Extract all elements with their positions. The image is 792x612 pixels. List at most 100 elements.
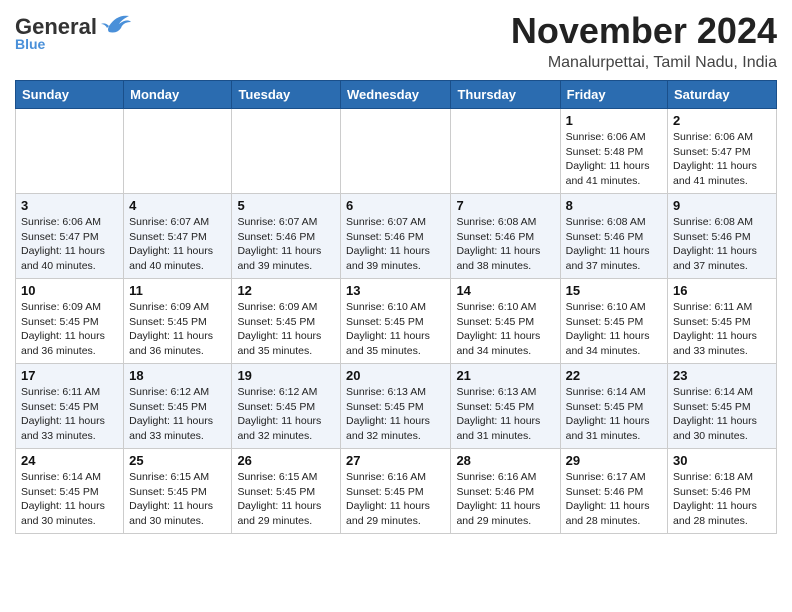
calendar-cell (232, 109, 341, 194)
weekday-header-monday: Monday (124, 81, 232, 109)
calendar-cell: 16 Sunrise: 6:11 AM Sunset: 5:45 PM Dayli… (668, 279, 777, 364)
day-number: 19 (237, 368, 335, 383)
day-info: Sunrise: 6:06 AM Sunset: 5:47 PM Dayligh… (21, 215, 118, 274)
weekday-header-thursday: Thursday (451, 81, 560, 109)
week-row-2: 3Sunrise: 6:06 AM Sunset: 5:47 PM Daylig… (16, 194, 777, 279)
day-number: 27 (346, 453, 445, 468)
calendar-cell: 1 Sunrise: 6:06 AM Sunset: 5:48 PM Daylig… (560, 109, 667, 194)
day-info: Sunrise: 6:08 AM Sunset: 5:46 PM Dayligh… (566, 215, 662, 274)
day-info: Sunrise: 6:14 AM Sunset: 5:45 PM Dayligh… (21, 470, 118, 529)
calendar-cell: 22Sunrise: 6:14 AM Sunset: 5:45 PM Dayli… (560, 364, 667, 449)
calendar-cell: 3Sunrise: 6:06 AM Sunset: 5:47 PM Daylig… (16, 194, 124, 279)
day-info: Sunrise: 6:09 AM Sunset: 5:45 PM Dayligh… (21, 300, 118, 359)
weekday-header-saturday: Saturday (668, 81, 777, 109)
day-number: 26 (237, 453, 335, 468)
day-number: 1 (566, 113, 662, 128)
logo-bird-icon (99, 12, 131, 38)
day-number: 29 (566, 453, 662, 468)
day-number: 18 (129, 368, 226, 383)
day-info: Sunrise: 6:07 AM Sunset: 5:46 PM Dayligh… (237, 215, 335, 274)
page-header: General Blue November 2024 Manalurpettai… (15, 10, 777, 72)
day-info: Sunrise: 6:10 AM Sunset: 5:45 PM Dayligh… (346, 300, 445, 359)
day-info: Sunrise: 6:12 AM Sunset: 5:45 PM Dayligh… (129, 385, 226, 444)
logo-blue-text: Blue (15, 36, 45, 52)
day-info: Sunrise: 6:06 AM Sunset: 5:47 PM Dayligh… (673, 130, 771, 189)
day-info: Sunrise: 6:10 AM Sunset: 5:45 PM Dayligh… (456, 300, 554, 359)
day-info: Sunrise: 6:16 AM Sunset: 5:46 PM Dayligh… (456, 470, 554, 529)
location-subtitle: Manalurpettai, Tamil Nadu, India (511, 54, 777, 72)
calendar-cell: 28 Sunrise: 6:16 AM Sunset: 5:46 PM Dayli… (451, 449, 560, 534)
day-number: 7 (456, 198, 554, 213)
day-number: 16 (673, 283, 771, 298)
calendar-table: SundayMondayTuesdayWednesdayThursdayFrid… (15, 80, 777, 534)
calendar-cell: 11 Sunrise: 6:09 AM Sunset: 5:45 PM Dayli… (124, 279, 232, 364)
day-number: 23 (673, 368, 771, 383)
day-info: Sunrise: 6:15 AM Sunset: 5:45 PM Dayligh… (237, 470, 335, 529)
calendar-cell: 12 Sunrise: 6:09 AM Sunset: 5:45 PM Dayli… (232, 279, 341, 364)
calendar-cell: 6 Sunrise: 6:07 AM Sunset: 5:46 PM Daylig… (341, 194, 451, 279)
calendar-cell (451, 109, 560, 194)
day-number: 21 (456, 368, 554, 383)
day-number: 11 (129, 283, 226, 298)
weekday-header-wednesday: Wednesday (341, 81, 451, 109)
calendar-cell: 14 Sunrise: 6:10 AM Sunset: 5:45 PM Dayli… (451, 279, 560, 364)
day-info: Sunrise: 6:08 AM Sunset: 5:46 PM Dayligh… (673, 215, 771, 274)
calendar-cell: 7Sunrise: 6:08 AM Sunset: 5:46 PM Daylig… (451, 194, 560, 279)
day-number: 14 (456, 283, 554, 298)
day-number: 15 (566, 283, 662, 298)
day-info: Sunrise: 6:18 AM Sunset: 5:46 PM Dayligh… (673, 470, 771, 529)
calendar-cell: 19 Sunrise: 6:12 AM Sunset: 5:45 PM Dayli… (232, 364, 341, 449)
calendar-cell: 5Sunrise: 6:07 AM Sunset: 5:46 PM Daylig… (232, 194, 341, 279)
week-row-5: 24 Sunrise: 6:14 AM Sunset: 5:45 PM Dayli… (16, 449, 777, 534)
calendar-cell: 21 Sunrise: 6:13 AM Sunset: 5:45 PM Dayli… (451, 364, 560, 449)
day-info: Sunrise: 6:09 AM Sunset: 5:45 PM Dayligh… (129, 300, 226, 359)
day-number: 10 (21, 283, 118, 298)
weekday-header-sunday: Sunday (16, 81, 124, 109)
calendar-cell: 18 Sunrise: 6:12 AM Sunset: 5:45 PM Dayli… (124, 364, 232, 449)
day-number: 28 (456, 453, 554, 468)
day-info: Sunrise: 6:13 AM Sunset: 5:45 PM Dayligh… (346, 385, 445, 444)
day-number: 4 (129, 198, 226, 213)
day-number: 8 (566, 198, 662, 213)
weekday-header-friday: Friday (560, 81, 667, 109)
day-info: Sunrise: 6:09 AM Sunset: 5:45 PM Dayligh… (237, 300, 335, 359)
title-area: November 2024 Manalurpettai, Tamil Nadu,… (511, 10, 777, 72)
calendar-cell (16, 109, 124, 194)
day-info: Sunrise: 6:06 AM Sunset: 5:48 PM Dayligh… (566, 130, 662, 189)
calendar-cell: 30 Sunrise: 6:18 AM Sunset: 5:46 PM Dayli… (668, 449, 777, 534)
calendar-cell: 10 Sunrise: 6:09 AM Sunset: 5:45 PM Dayli… (16, 279, 124, 364)
day-info: Sunrise: 6:07 AM Sunset: 5:46 PM Dayligh… (346, 215, 445, 274)
weekday-header-tuesday: Tuesday (232, 81, 341, 109)
calendar-cell: 25Sunrise: 6:15 AM Sunset: 5:45 PM Dayli… (124, 449, 232, 534)
week-row-3: 10 Sunrise: 6:09 AM Sunset: 5:45 PM Dayli… (16, 279, 777, 364)
day-info: Sunrise: 6:11 AM Sunset: 5:45 PM Dayligh… (673, 300, 771, 359)
day-number: 20 (346, 368, 445, 383)
day-number: 2 (673, 113, 771, 128)
calendar-cell: 9Sunrise: 6:08 AM Sunset: 5:46 PM Daylig… (668, 194, 777, 279)
day-number: 13 (346, 283, 445, 298)
week-row-4: 17Sunrise: 6:11 AM Sunset: 5:45 PM Dayli… (16, 364, 777, 449)
day-info: Sunrise: 6:07 AM Sunset: 5:47 PM Dayligh… (129, 215, 226, 274)
day-number: 24 (21, 453, 118, 468)
day-number: 6 (346, 198, 445, 213)
day-info: Sunrise: 6:10 AM Sunset: 5:45 PM Dayligh… (566, 300, 662, 359)
week-row-1: 1 Sunrise: 6:06 AM Sunset: 5:48 PM Daylig… (16, 109, 777, 194)
day-number: 22 (566, 368, 662, 383)
day-number: 30 (673, 453, 771, 468)
calendar-cell: 13 Sunrise: 6:10 AM Sunset: 5:45 PM Dayli… (341, 279, 451, 364)
calendar-cell: 27 Sunrise: 6:16 AM Sunset: 5:45 PM Dayli… (341, 449, 451, 534)
calendar-cell: 23 Sunrise: 6:14 AM Sunset: 5:45 PM Dayli… (668, 364, 777, 449)
day-info: Sunrise: 6:12 AM Sunset: 5:45 PM Dayligh… (237, 385, 335, 444)
day-number: 12 (237, 283, 335, 298)
day-info: Sunrise: 6:13 AM Sunset: 5:45 PM Dayligh… (456, 385, 554, 444)
calendar-cell: 20 Sunrise: 6:13 AM Sunset: 5:45 PM Dayli… (341, 364, 451, 449)
day-number: 25 (129, 453, 226, 468)
calendar-cell: 2 Sunrise: 6:06 AM Sunset: 5:47 PM Daylig… (668, 109, 777, 194)
month-title: November 2024 (511, 10, 777, 52)
calendar-cell: 26 Sunrise: 6:15 AM Sunset: 5:45 PM Dayli… (232, 449, 341, 534)
calendar-cell (341, 109, 451, 194)
day-info: Sunrise: 6:14 AM Sunset: 5:45 PM Dayligh… (673, 385, 771, 444)
day-info: Sunrise: 6:16 AM Sunset: 5:45 PM Dayligh… (346, 470, 445, 529)
calendar-cell (124, 109, 232, 194)
calendar-cell: 4 Sunrise: 6:07 AM Sunset: 5:47 PM Daylig… (124, 194, 232, 279)
